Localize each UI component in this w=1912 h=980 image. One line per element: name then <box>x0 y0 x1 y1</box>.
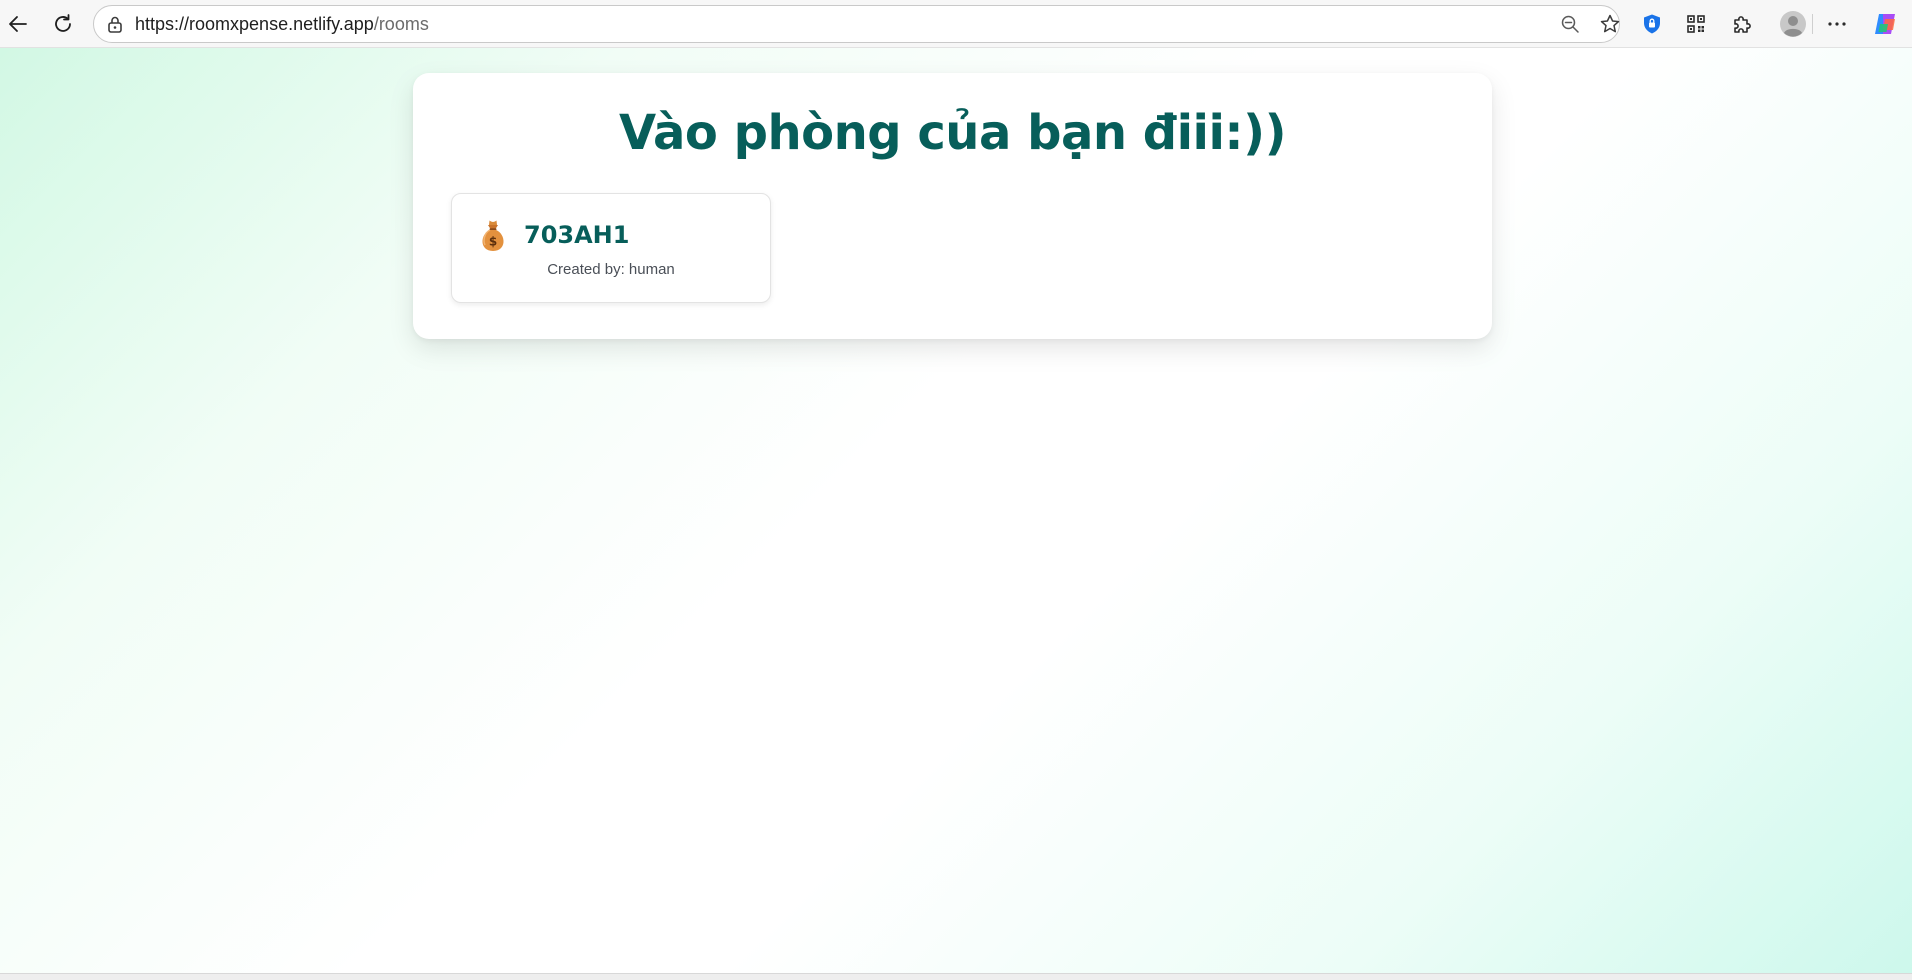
puzzle-icon <box>1734 16 1751 33</box>
profile-button[interactable] <box>1775 6 1811 42</box>
url-host: https://roomxpense.netlify.app <box>135 14 374 34</box>
page-title: Vào phòng của bạn điii:)) <box>619 105 1287 161</box>
rooms-panel: Vào phòng của bạn điii:)) $ 703AH1 Creat… <box>413 73 1492 339</box>
more-dots-icon <box>1828 22 1846 26</box>
svg-text:$: $ <box>489 235 497 249</box>
room-card[interactable]: $ 703AH1 Created by: human <box>451 193 771 303</box>
more-menu-button[interactable] <box>1819 6 1855 42</box>
copilot-button[interactable] <box>1867 6 1903 42</box>
extensions-button[interactable] <box>1724 6 1760 42</box>
refresh-button[interactable] <box>45 6 81 42</box>
back-button[interactable] <box>0 6 36 42</box>
star-icon <box>1600 14 1620 33</box>
refresh-icon <box>55 14 71 32</box>
room-name: 703AH1 <box>524 221 630 249</box>
back-arrow-icon <box>9 16 27 32</box>
favorite-button[interactable] <box>1597 11 1623 37</box>
zoom-button[interactable] <box>1557 11 1583 37</box>
copilot-icon <box>1875 14 1895 34</box>
site-info-button[interactable] <box>103 12 127 36</box>
lock-icon <box>108 16 122 33</box>
shield-icon <box>1644 14 1660 34</box>
page-viewport: Vào phòng của bạn điii:)) $ 703AH1 Creat… <box>0 48 1912 973</box>
qr-code-button[interactable] <box>1678 6 1714 42</box>
url-path: /rooms <box>373 14 429 34</box>
room-creator: Created by: human <box>547 261 675 278</box>
url-text[interactable]: https://roomxpense.netlify.app/rooms <box>135 6 429 42</box>
avatar-icon <box>1780 11 1806 37</box>
window-bottom-edge <box>0 973 1912 980</box>
browser-essentials-button[interactable] <box>1634 6 1670 42</box>
toolbar-divider <box>1812 14 1813 34</box>
address-bar[interactable]: https://roomxpense.netlify.app/rooms <box>93 5 1620 43</box>
browser-toolbar: https://roomxpense.netlify.app/rooms <box>0 0 1912 48</box>
zoom-out-icon <box>1561 15 1579 33</box>
money-bag-icon: $ <box>482 220 504 251</box>
qr-code-icon <box>1687 15 1705 33</box>
